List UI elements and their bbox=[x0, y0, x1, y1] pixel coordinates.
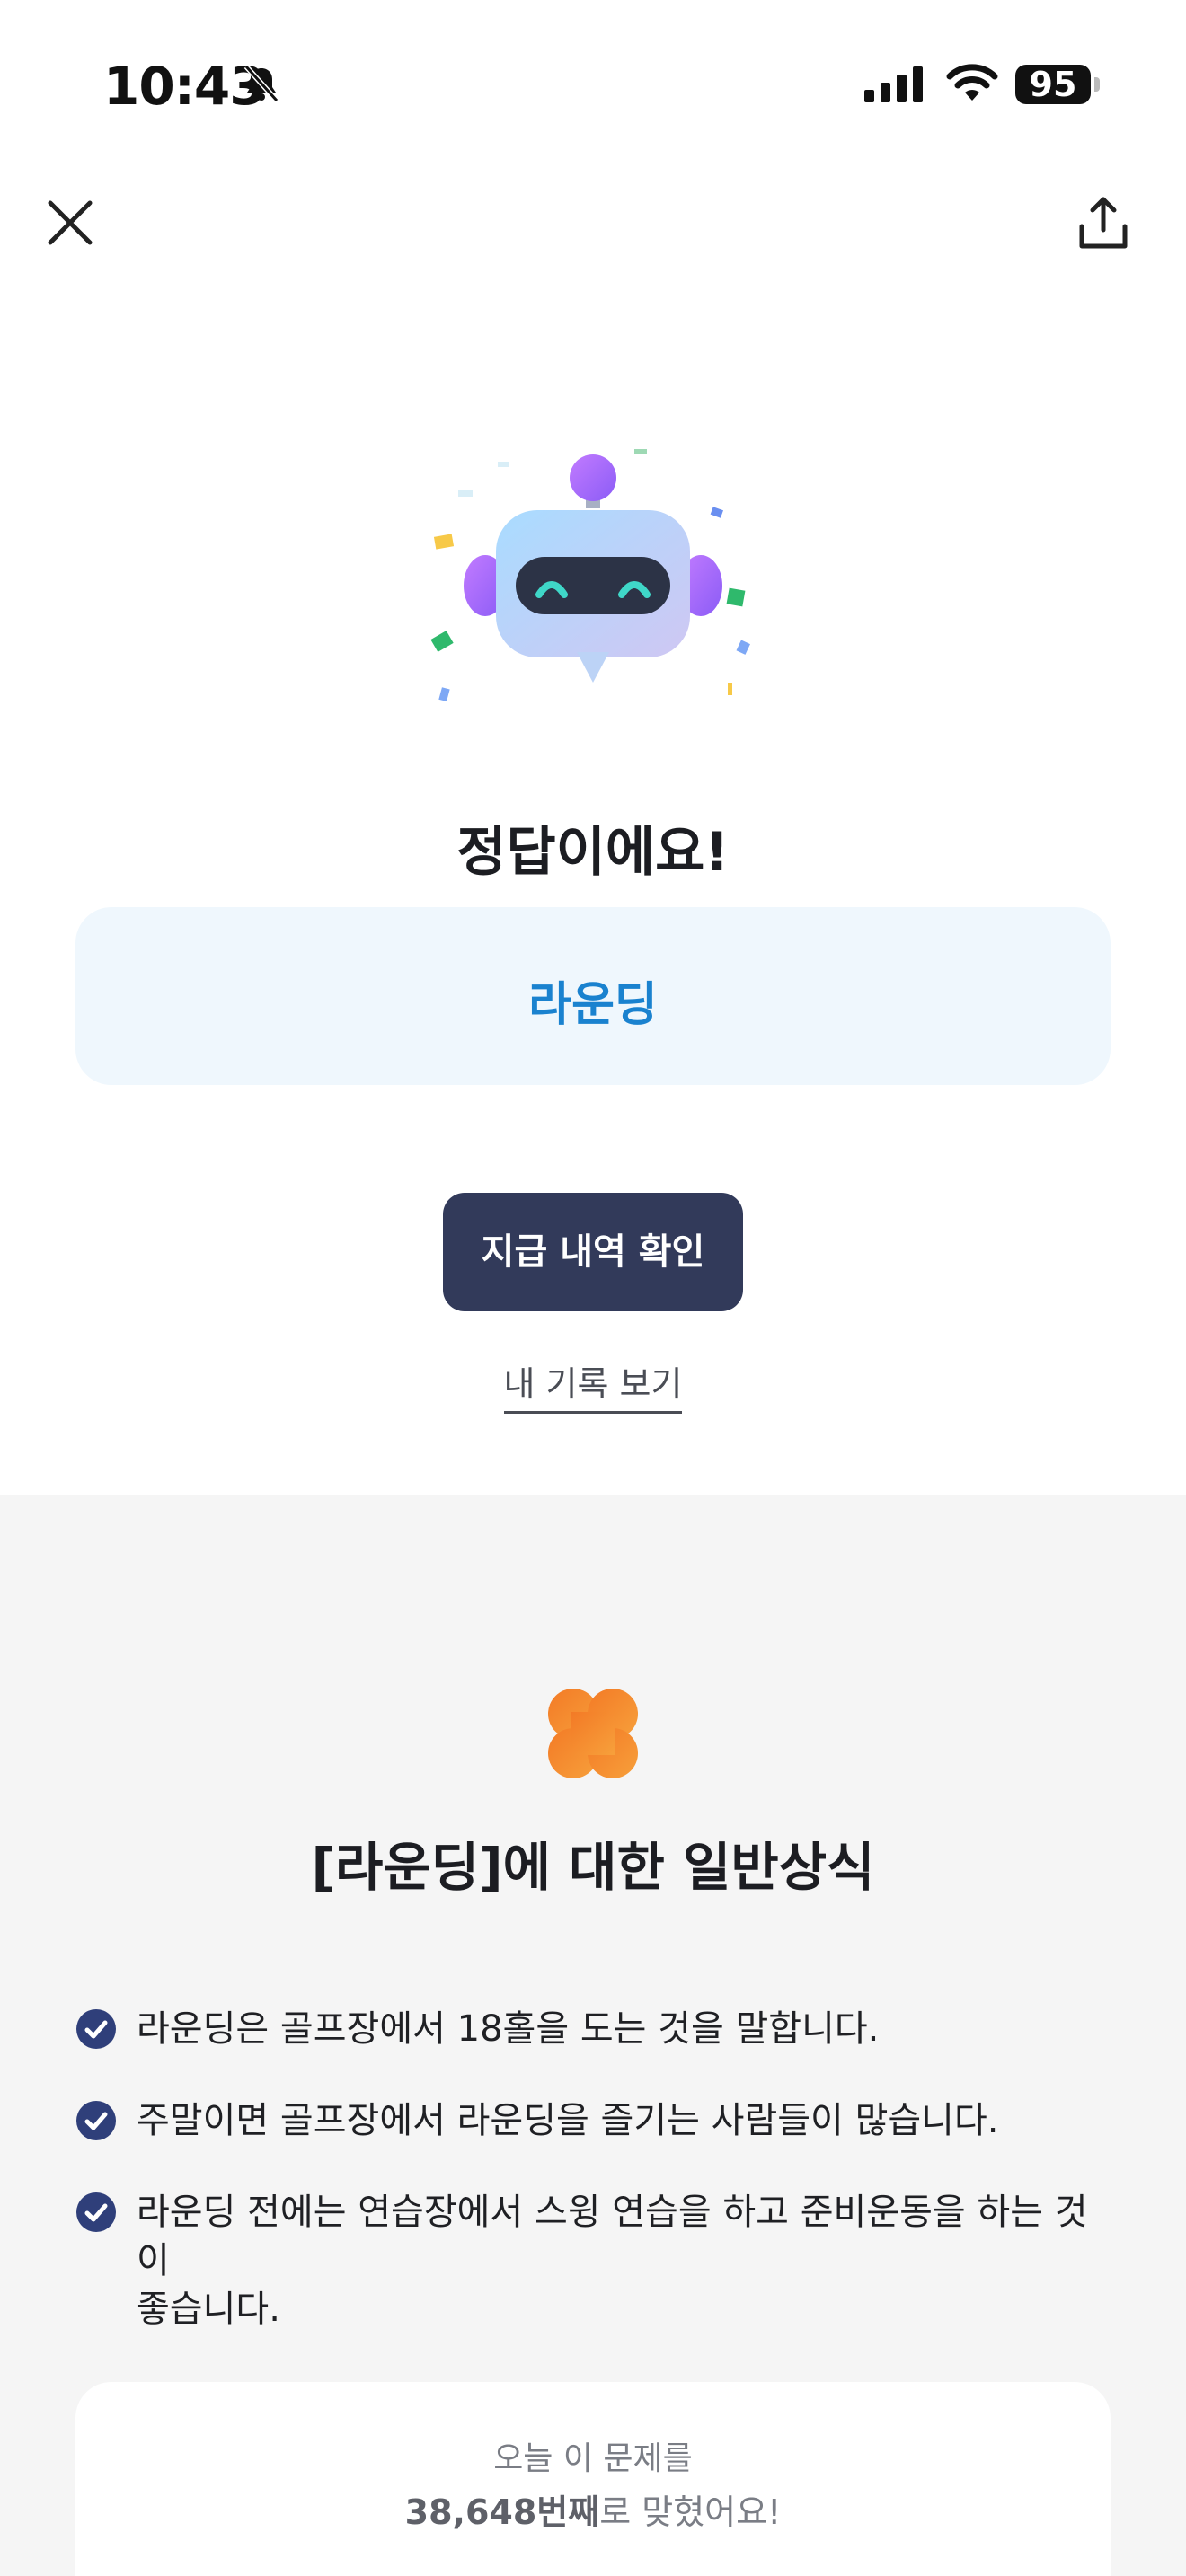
my-records-link[interactable]: 내 기록 보기 bbox=[503, 1364, 683, 1414]
close-button[interactable] bbox=[38, 190, 102, 255]
check-circle-icon bbox=[76, 2101, 116, 2140]
battery-tip bbox=[1094, 77, 1100, 92]
fact-text: 라운딩은 골프장에서 18홀을 도는 것을 말합니다. bbox=[137, 2008, 880, 2050]
fact-item: 라운딩은 골프장에서 18홀을 도는 것을 말합니다. bbox=[75, 2005, 1118, 2053]
stat-card: 오늘 이 문제를 38,648번째로 맞혔어요! bbox=[75, 2382, 1111, 2576]
fact-text: 라운딩 전에는 연습장에서 스윙 연습을 하고 준비운동을 하는 것이 좋습니다… bbox=[137, 2188, 1118, 2333]
fact-item: 주말이면 골프장에서 라운딩을 즐기는 사람들이 많습니다. bbox=[75, 2096, 1118, 2145]
stat-suffix: 로 맞혔어요! bbox=[599, 2492, 782, 2532]
stat-caption: 오늘 이 문제를 bbox=[493, 2440, 693, 2477]
share-button[interactable] bbox=[1071, 190, 1136, 255]
fact-text-line: 좋습니다. bbox=[137, 2289, 280, 2330]
check-payment-history-button[interactable]: 지급 내역 확인 bbox=[443, 1193, 743, 1311]
robot-mascot-illustration bbox=[430, 449, 750, 702]
share-icon bbox=[1079, 197, 1128, 249]
fact-text-line: 라운딩 전에는 연습장에서 스윙 연습을 하고 준비운동을 하는 것이 bbox=[137, 2192, 1088, 2281]
clover-icon bbox=[548, 1689, 638, 1778]
trivia-title: [라운딩]에 대한 일반상식 bbox=[311, 1837, 875, 1898]
cellular-signal-icon bbox=[864, 66, 923, 102]
check-circle-icon bbox=[76, 2192, 116, 2232]
check-circle-icon bbox=[76, 2009, 116, 2049]
stat-count-line: 38,648번째로 맞혔어요! bbox=[75, 2484, 1111, 2534]
battery-indicator: 95 bbox=[1015, 65, 1091, 104]
fact-item: 라운딩 전에는 연습장에서 스윙 연습을 하고 준비운동을 하는 것이 좋습니다… bbox=[75, 2188, 1118, 2333]
wifi-icon bbox=[946, 64, 998, 101]
stat-count: 38,648번째 bbox=[404, 2492, 600, 2532]
fact-text: 주말이면 골프장에서 라운딩을 즐기는 사람들이 많습니다. bbox=[137, 2100, 999, 2141]
my-records-link-row: 내 기록 보기 bbox=[0, 1356, 1186, 1414]
result-heading: 정답이에요! bbox=[456, 821, 730, 884]
answer-text: 라운딩 bbox=[528, 978, 658, 1032]
answer-box: 라운딩 bbox=[75, 907, 1111, 1085]
bell-muted-icon bbox=[243, 64, 279, 103]
close-icon bbox=[48, 200, 93, 245]
